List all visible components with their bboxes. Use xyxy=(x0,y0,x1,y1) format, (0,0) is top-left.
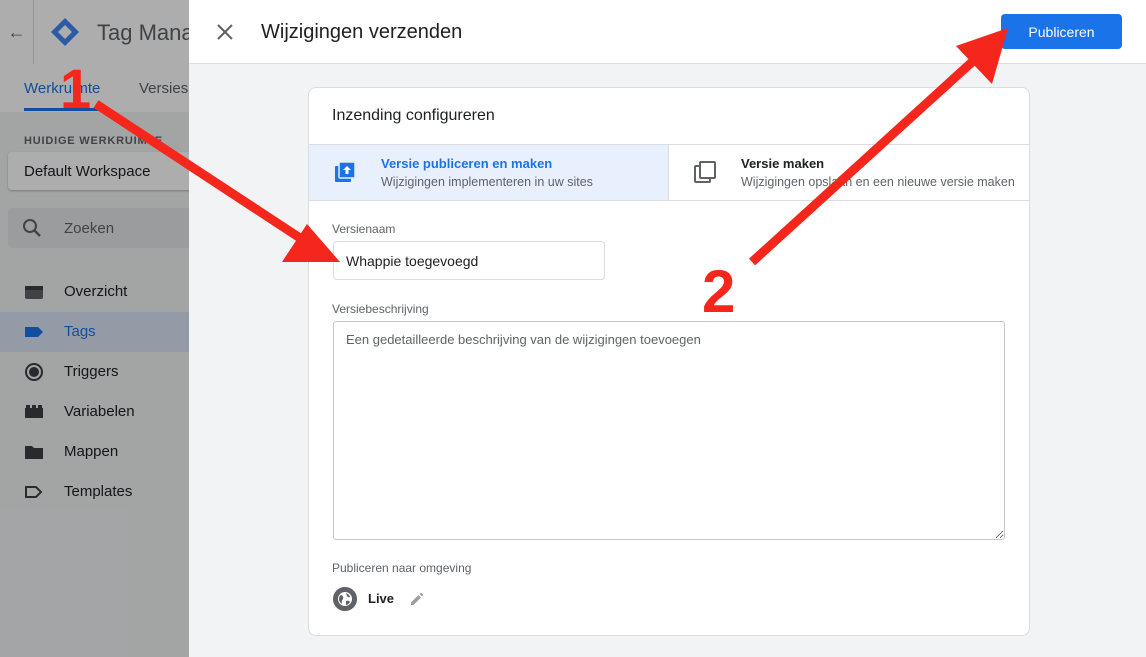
option-title: Versie maken xyxy=(741,156,825,171)
panel-header: Wijzigingen verzenden Publiceren xyxy=(189,0,1146,64)
version-name-label: Versienaam xyxy=(332,222,396,236)
submission-config-card: Inzending configureren Versie publiceren… xyxy=(308,87,1030,636)
close-icon[interactable] xyxy=(215,22,235,42)
environment-label: Publiceren naar omgeving xyxy=(332,561,472,575)
option-title: Versie publiceren en maken xyxy=(381,156,553,171)
globe-icon xyxy=(333,587,357,611)
option-create-version[interactable]: Versie maken Wijzigingen opslaan en een … xyxy=(668,144,1030,201)
panel-title: Wijzigingen verzenden xyxy=(261,21,463,43)
option-publish-and-create[interactable]: Versie publiceren en maken Wijzigingen i… xyxy=(308,144,669,201)
version-description-input[interactable] xyxy=(333,321,1005,540)
copy-version-icon xyxy=(694,161,716,183)
modal-backdrop[interactable] xyxy=(0,0,189,657)
submit-changes-panel: Wijzigingen verzenden Publiceren Inzendi… xyxy=(189,0,1146,657)
option-subtitle: Wijzigingen opslaan en een nieuwe versie… xyxy=(741,175,1015,189)
publish-button[interactable]: Publiceren xyxy=(1001,14,1122,49)
version-description-label: Versiebeschrijving xyxy=(332,302,429,316)
version-name-input[interactable] xyxy=(333,241,605,280)
card-title: Inzending configureren xyxy=(332,107,495,124)
option-subtitle: Wijzigingen implementeren in uw sites xyxy=(381,175,593,189)
environment-name: Live xyxy=(368,591,395,606)
publish-upload-icon xyxy=(335,161,356,182)
edit-pencil-icon[interactable] xyxy=(409,591,425,607)
